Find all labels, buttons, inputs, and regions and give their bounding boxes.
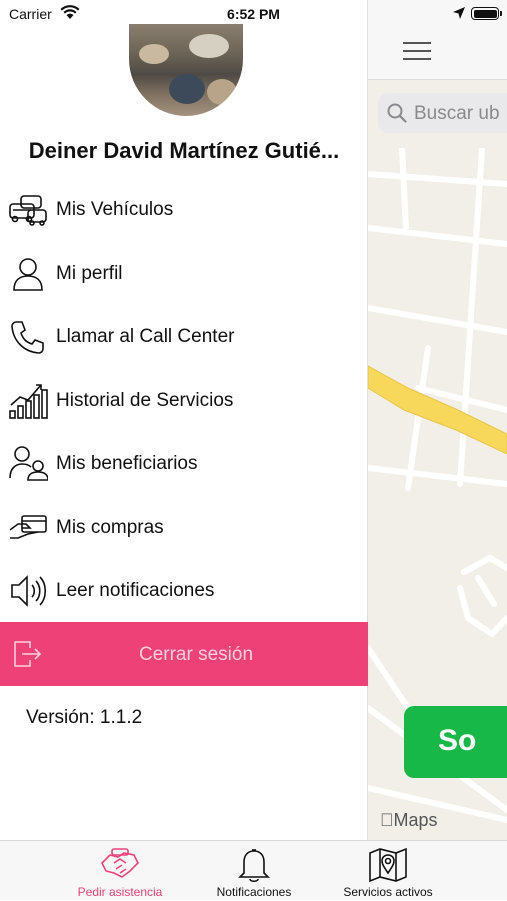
avatar-detail <box>139 44 169 64</box>
apple-maps-logo: Maps <box>380 810 438 831</box>
clock: 6:52 PM <box>227 6 280 22</box>
hamburger-menu-icon[interactable] <box>403 42 431 62</box>
logout-button[interactable]: Cerrar sesión <box>0 622 368 686</box>
side-drawer: Deiner David Martínez Gutié... Mis Vehíc… <box>0 0 368 840</box>
speaker-icon <box>8 571 48 611</box>
avatar-detail <box>169 74 205 104</box>
menu-item-profile[interactable]: Mi perfil <box>0 242 368 306</box>
battery-tip <box>500 11 502 16</box>
user-icon <box>8 254 48 294</box>
menu-item-label: Llamar al Call Center <box>56 326 235 347</box>
tab-bar: Pedir asistencia Notificaciones Servicio… <box>0 840 507 900</box>
card-icon <box>8 508 48 548</box>
menu-item-label: Mi perfil <box>56 262 123 284</box>
menu-item-purchases[interactable]: Mis compras <box>0 496 368 560</box>
menu-item-label: Leer notificaciones <box>56 580 215 601</box>
search-input[interactable]: Buscar ub <box>378 93 507 133</box>
avatar-detail <box>207 79 237 105</box>
menu-item-vehicles[interactable]: Mis Vehículos <box>0 178 368 242</box>
map-pin-icon <box>368 845 408 888</box>
menu-item-read-notifications[interactable]: Leer notificaciones <box>0 559 368 623</box>
phone-icon <box>8 317 48 357</box>
menu-item-call-center[interactable]: Llamar al Call Center <box>0 305 368 369</box>
app-version: Versión: 1.1.2 <box>26 707 143 728</box>
menu-item-beneficiaries[interactable]: Mis beneficiarios <box>0 432 368 496</box>
tab-label: Notificaciones <box>216 885 292 899</box>
map-pane[interactable]: Buscar ub So Maps <box>368 0 507 840</box>
search-placeholder: Buscar ub <box>414 103 500 124</box>
menu-item-label: Mis Vehículos <box>56 199 174 220</box>
tab-label: Pedir asistencia <box>77 885 163 899</box>
menu-item-history[interactable]: Historial de Servicios <box>0 369 368 433</box>
user-name: Deiner David Martínez Gutié... <box>28 138 340 163</box>
menu-item-label: Historial de Servicios <box>56 389 234 411</box>
battery-icon <box>471 7 499 20</box>
beneficiaries-icon <box>8 444 49 484</box>
drawer-menu: Mis Vehículos Mi perfil Llamar al Call C… <box>0 178 368 623</box>
apple-logo-icon:  <box>380 810 394 830</box>
tab-label: Servicios activos <box>343 885 433 899</box>
handshake-icon <box>100 845 140 888</box>
tab-active-services[interactable]: Servicios activos <box>328 841 448 901</box>
bell-icon <box>238 845 270 888</box>
tab-request-assistance[interactable]: Pedir asistencia <box>60 841 180 901</box>
avatar[interactable] <box>129 24 243 116</box>
menu-item-label: Mis compras <box>56 516 164 538</box>
request-service-button[interactable]: So <box>404 706 507 778</box>
chart-icon <box>8 381 48 421</box>
tab-notifications[interactable]: Notificaciones <box>194 841 314 901</box>
location-arrow-icon <box>452 6 466 25</box>
maps-attribution: Maps <box>380 810 438 830</box>
logout-label: Cerrar sesión <box>138 644 254 665</box>
avatar-detail <box>189 34 229 58</box>
cars-icon <box>8 190 48 230</box>
status-bar: Carrier 6:52 PM <box>0 0 507 28</box>
search-icon <box>387 103 407 123</box>
menu-item-label: Mis beneficiarios <box>56 453 198 474</box>
